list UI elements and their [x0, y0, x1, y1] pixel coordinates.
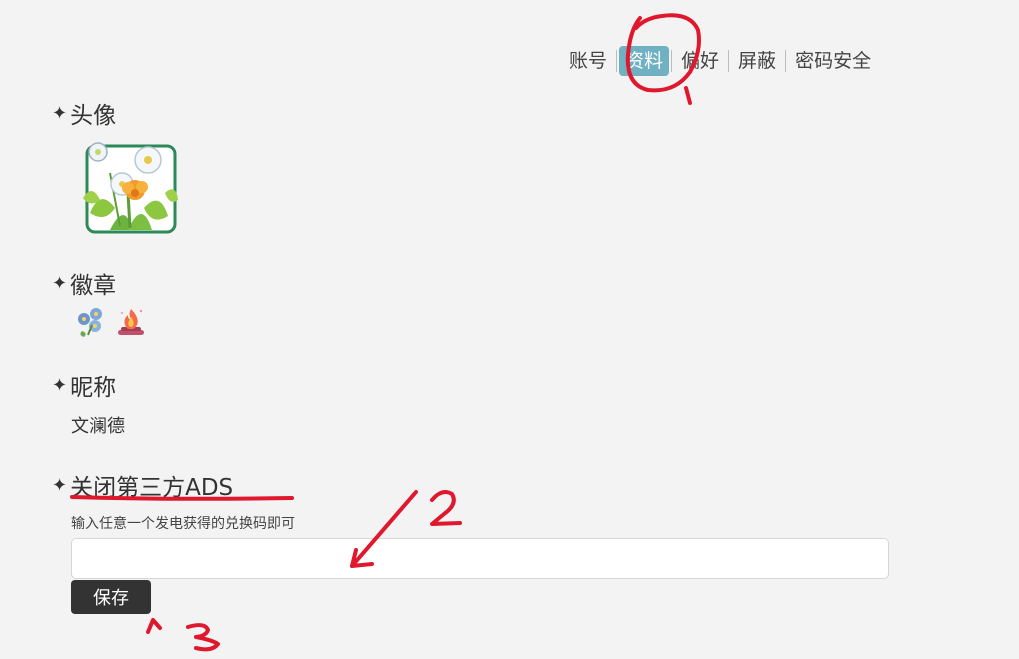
campfire-badge-icon[interactable]: [114, 305, 148, 339]
flower-avatar-icon: [83, 142, 178, 234]
annotation-number-1: [684, 86, 692, 105]
tab-password-security[interactable]: 密码安全: [788, 46, 878, 76]
badge-list: [74, 305, 148, 339]
tab-divider: [616, 50, 618, 72]
annotation-number-3: [186, 623, 220, 652]
forget-me-not-badge-icon[interactable]: [74, 305, 108, 339]
four-point-star-icon: ✦: [52, 272, 68, 294]
avatar[interactable]: [80, 138, 180, 236]
avatar-section-title: 头像: [70, 103, 117, 129]
redeem-code-hint: 输入任意一个发电获得的兑换码即可: [71, 516, 295, 532]
nickname-section-heading: ✦ 昵称: [52, 368, 116, 402]
tab-account[interactable]: 账号: [562, 46, 614, 76]
badges-section-title: 徽章: [70, 273, 117, 299]
nickname-section-title: 昵称: [70, 375, 117, 401]
ads-section-title: 关闭第三方ADS: [70, 475, 234, 501]
tab-divider: [671, 50, 673, 72]
annotation-arrow-3: [146, 618, 162, 634]
tab-divider: [728, 50, 730, 72]
profile-tabs: 账号 资料 偏好 屏蔽 密码安全: [562, 46, 878, 76]
tab-profile[interactable]: 资料: [619, 46, 670, 76]
tab-block[interactable]: 屏蔽: [731, 46, 783, 76]
tab-divider: [785, 50, 787, 72]
tab-preferences[interactable]: 偏好: [674, 46, 726, 76]
redeem-code-input[interactable]: [71, 538, 889, 579]
four-point-star-icon: ✦: [52, 474, 68, 496]
badges-section-heading: ✦ 徽章: [52, 266, 116, 300]
avatar-section-heading: ✦ 头像: [52, 96, 116, 130]
nickname-value: 文澜德: [71, 416, 125, 437]
save-button[interactable]: 保存: [71, 580, 151, 614]
annotation-number-2: [430, 490, 462, 526]
four-point-star-icon: ✦: [52, 374, 68, 396]
four-point-star-icon: ✦: [52, 102, 68, 124]
ads-section-heading: ✦ 关闭第三方ADS: [52, 468, 233, 502]
